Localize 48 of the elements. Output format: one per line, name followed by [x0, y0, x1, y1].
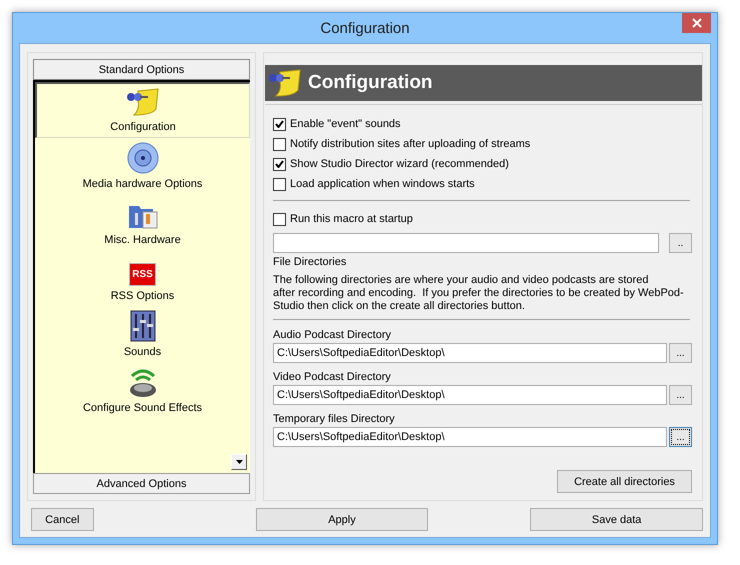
note-pin-icon — [268, 68, 302, 98]
browse-button[interactable]: ... — [669, 385, 692, 405]
checkbox-label: Load application when windows starts — [290, 178, 475, 190]
rss-icon: RSS — [129, 263, 156, 286]
sidebar-item[interactable]: Media hardware Options — [35, 138, 250, 194]
field-label: Audio Podcast Directory — [273, 329, 392, 341]
sidebar-item[interactable]: Configuration — [35, 82, 250, 138]
section-header[interactable]: Standard Options — [33, 59, 250, 80]
scroll-down-button[interactable] — [231, 454, 247, 470]
checkbox[interactable] — [273, 118, 286, 130]
sidebar-item[interactable]: RSS RSS Options — [35, 250, 250, 306]
checkbox-label: Notify distribution sites after uploading of streams — [290, 138, 530, 150]
checkmark-icon — [275, 160, 284, 168]
browse-button[interactable]: ... — [669, 427, 692, 447]
checkmark-icon — [275, 120, 284, 128]
section-label: File Directories — [273, 256, 348, 268]
mixer-panel-icon — [130, 310, 156, 342]
field-label: Video Podcast Directory — [273, 371, 392, 383]
close-button[interactable] — [682, 13, 711, 33]
checkbox-label: Run this macro at startup — [290, 213, 413, 225]
checkbox[interactable] — [273, 178, 286, 190]
input-field[interactable]: C:\Users\SoftpediaEditor\Desktop\ — [273, 385, 667, 405]
checkbox-label: Show Studio Director wizard (recommended) — [290, 158, 509, 170]
sidebar-item[interactable]: Sounds — [35, 306, 250, 362]
section-header[interactable]: Advanced Options — [33, 473, 250, 494]
field-label: Temporary files Directory — [273, 413, 396, 425]
checkbox[interactable] — [273, 212, 286, 226]
sidebar-item[interactable]: Misc. Hardware — [35, 194, 250, 250]
input-field[interactable] — [273, 233, 659, 253]
description-text: The following directories are where your audio and video podcasts are stored after recording and encoding. If you prefer the directories to be created by WebPod- Studio then click on the create all directories button. — [273, 274, 685, 313]
disc-icon — [126, 142, 158, 174]
cancel-button[interactable]: Cancel — [31, 508, 94, 531]
browse-button[interactable]: .. — [669, 233, 692, 253]
save-button[interactable]: Save data — [530, 508, 704, 531]
apply-button[interactable]: Apply — [256, 508, 428, 531]
checkbox-label: Enable "event" sounds — [290, 118, 401, 130]
checkbox[interactable] — [273, 138, 286, 150]
checkbox[interactable] — [273, 158, 286, 170]
window-title: Configuration — [320, 20, 410, 36]
input-field[interactable]: C:\Users\SoftpediaEditor\Desktop\ — [273, 427, 667, 447]
input-field[interactable]: C:\Users\SoftpediaEditor\Desktop\ — [273, 343, 667, 363]
create-directories-button[interactable]: Create all directories — [557, 470, 692, 493]
sidebar-item[interactable]: Configure Sound Effects — [35, 362, 250, 418]
down-arrow-icon — [236, 460, 242, 464]
close-icon — [692, 18, 702, 28]
browse-button[interactable]: ... — [669, 343, 692, 363]
note-pin-icon — [126, 87, 160, 117]
panel-title: Configuration — [308, 72, 433, 94]
